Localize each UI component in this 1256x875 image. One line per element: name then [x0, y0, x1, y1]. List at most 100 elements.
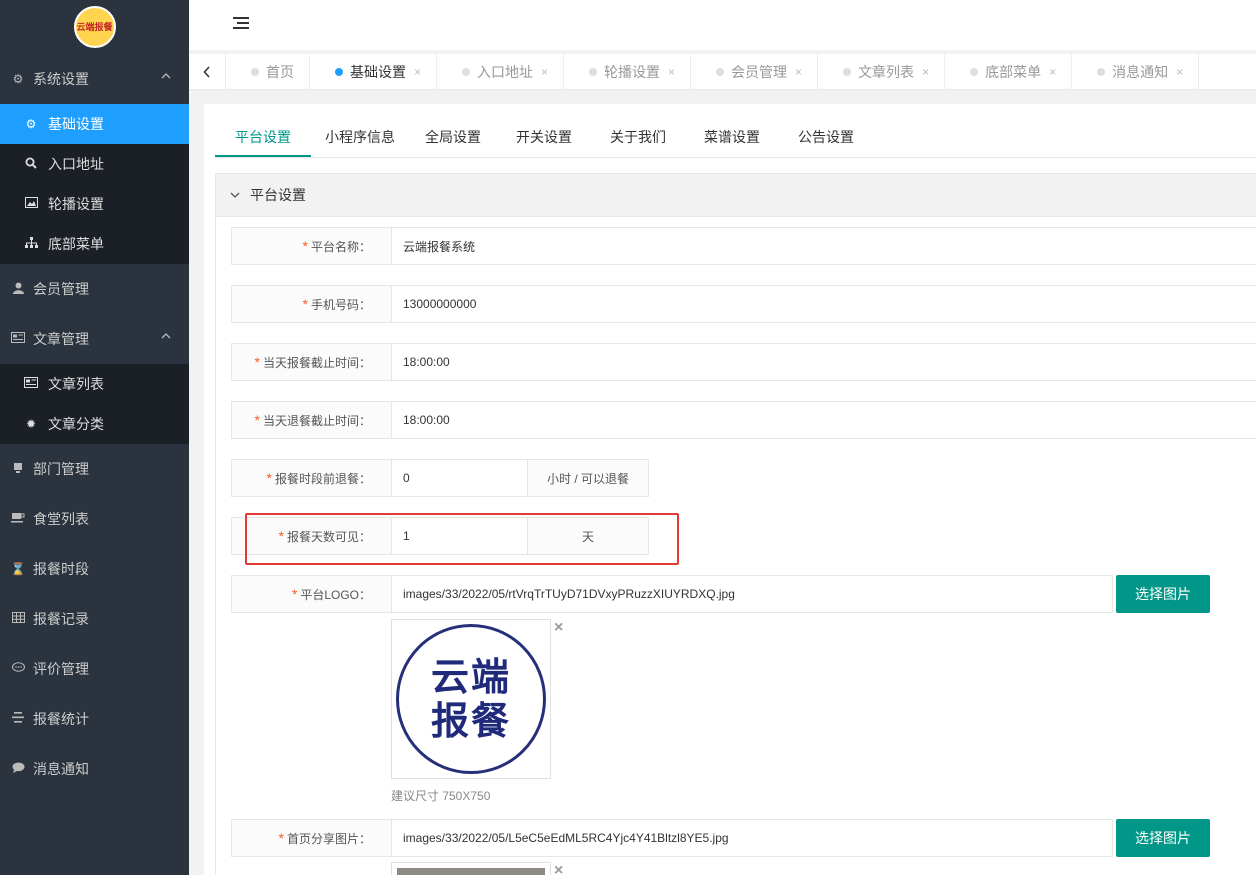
sidebar-item-article-category[interactable]: ✹ 文章分类: [0, 404, 189, 444]
table-icon: [10, 612, 26, 626]
nav-label: 报餐统计: [33, 711, 89, 727]
sidebar-item-bottom-menu[interactable]: 底部菜单: [0, 224, 189, 264]
system-submenu: ⚙ 基础设置 入口地址 轮播设置 底部菜单: [0, 104, 189, 264]
tab-close-icon[interactable]: ×: [1049, 65, 1056, 79]
nav-group-notifications[interactable]: 消息通知: [0, 744, 189, 794]
select-logo-button[interactable]: 选择图片: [1116, 575, 1210, 613]
logo-size-hint: 建议尺寸 750X750: [391, 789, 491, 803]
tab-close-icon[interactable]: ×: [414, 65, 421, 79]
nav-label: 部门管理: [33, 461, 89, 477]
nav-group-meal-period[interactable]: ⌛ 报餐时段: [0, 544, 189, 594]
panel-header[interactable]: 平台设置: [216, 174, 1256, 217]
tab-members[interactable]: 会员管理 ×: [691, 54, 819, 90]
message-icon: [10, 762, 26, 776]
nav-group-articles[interactable]: 文章管理: [0, 314, 189, 364]
nav-group-system[interactable]: ⚙ 系统设置: [0, 54, 189, 104]
logo-image-line1: 云端: [430, 655, 511, 699]
label-text: 平台LOGO：: [300, 587, 371, 602]
chevron-up-icon: [161, 333, 171, 339]
tab-close-icon[interactable]: ×: [1176, 65, 1183, 79]
tab-close-icon[interactable]: ×: [668, 65, 675, 79]
required-mark: *: [302, 238, 308, 254]
highlight-annotation-box: [245, 513, 679, 565]
tab-basic-settings[interactable]: 基础设置 ×: [310, 54, 438, 90]
subtab-miniprogram[interactable]: 小程序信息: [311, 118, 409, 157]
field-label: * 当天报餐截止时间：: [231, 343, 392, 381]
platform-logo-path-input[interactable]: images/33/2022/05/rtVrqTrTUyD71DVxyPRuzz…: [392, 575, 1113, 613]
tab-label: 消息通知: [1112, 64, 1169, 80]
cancel-before-input[interactable]: 0: [392, 459, 528, 497]
label-text: 当天退餐截止时间：: [262, 413, 371, 428]
subtab-menu[interactable]: 菜谱设置: [685, 118, 779, 157]
nav-group-meal-records[interactable]: 报餐记录: [0, 594, 189, 644]
form-row-phone: * 手机号码： 13000000000: [231, 285, 1256, 323]
label-text: 手机号码：: [310, 297, 371, 312]
remove-logo-icon[interactable]: ×: [554, 619, 563, 637]
subtab-about[interactable]: 关于我们: [591, 118, 685, 157]
page-tabs-bar: 首页 基础设置 × 入口地址 × 轮播设置 × 会员管理 × 文章列表 × 底部…: [189, 54, 1256, 90]
tab-status-dot: [462, 68, 471, 76]
tab-carousel[interactable]: 轮播设置 ×: [564, 54, 692, 90]
subtab-global[interactable]: 全局设置: [409, 118, 497, 157]
cancel-before-unit: 小时 / 可以退餐: [528, 459, 649, 497]
department-icon: [10, 462, 26, 477]
label-text: 报餐时段前退餐：: [274, 471, 371, 486]
tab-notifications[interactable]: 消息通知 ×: [1072, 54, 1200, 90]
subtab-platform[interactable]: 平台设置: [215, 118, 311, 157]
tabs-scroll-left-button[interactable]: [189, 54, 226, 90]
tab-close-icon[interactable]: ×: [795, 65, 802, 79]
nav-group-members[interactable]: 会员管理: [0, 264, 189, 314]
label-text: 当天报餐截止时间：: [262, 355, 371, 370]
user-icon: [10, 282, 26, 297]
tab-close-icon[interactable]: ×: [541, 65, 548, 79]
tab-entry-address[interactable]: 入口地址 ×: [437, 54, 565, 90]
order-deadline-input[interactable]: 18:00:00: [392, 343, 1256, 381]
sidebar-item-label: 文章分类: [48, 416, 104, 432]
tab-bottom-menu[interactable]: 底部菜单 ×: [945, 54, 1073, 90]
nav-label: 报餐记录: [33, 611, 89, 627]
field-label: * 报餐时段前退餐：: [231, 459, 392, 497]
tab-status-dot: [251, 68, 259, 76]
tab-close-icon[interactable]: ×: [922, 65, 929, 79]
sidebar-item-basic-settings[interactable]: ⚙ 基础设置: [0, 104, 189, 144]
field-label: * 平台LOGO：: [231, 575, 392, 613]
tab-label: 底部菜单: [985, 64, 1042, 80]
align-icon: [10, 712, 26, 726]
sidebar-item-entry-address[interactable]: 入口地址: [0, 144, 189, 184]
logo-area: 云端报餐: [0, 0, 189, 54]
settings-subtabs: 平台设置 小程序信息 全局设置 开关设置 关于我们 菜谱设置 公告设置: [215, 118, 1256, 158]
label-text: 平台名称：: [310, 239, 371, 254]
search-icon: [24, 157, 38, 172]
subtab-announcement[interactable]: 公告设置: [779, 118, 873, 157]
nav-group-department[interactable]: 部门管理: [0, 444, 189, 494]
tab-status-dot: [843, 68, 852, 76]
chevron-up-icon: [161, 73, 171, 79]
nav-label: 会员管理: [33, 281, 89, 297]
nav-group-reviews[interactable]: 评价管理: [0, 644, 189, 694]
tab-home[interactable]: 首页: [226, 54, 310, 90]
tab-label: 首页: [266, 64, 294, 80]
field-label: * 当天退餐截止时间：: [231, 401, 392, 439]
app-logo[interactable]: 云端报餐: [73, 6, 116, 48]
subtab-switches[interactable]: 开关设置: [497, 118, 591, 157]
platform-name-input[interactable]: 云端报餐系统: [392, 227, 1256, 265]
nav-group-meal-stats[interactable]: 报餐统计: [0, 694, 189, 744]
required-mark: *: [291, 586, 298, 602]
nav-group-canteen[interactable]: 食堂列表: [0, 494, 189, 544]
share-image-preview: [391, 862, 551, 875]
image-icon: [24, 197, 38, 211]
nav-label: 消息通知: [33, 761, 89, 777]
newspaper-icon: [10, 332, 26, 346]
select-share-image-button[interactable]: 选择图片: [1116, 819, 1210, 857]
form-row-share-image: * 首页分享图片： images/33/2022/05/L5eC5eEdML5RC…: [231, 819, 1210, 857]
menu-toggle-icon[interactable]: [233, 17, 249, 31]
phone-input[interactable]: 13000000000: [392, 285, 1256, 323]
cancel-deadline-input[interactable]: 18:00:00: [392, 401, 1256, 439]
sidebar-item-carousel[interactable]: 轮播设置: [0, 184, 189, 224]
sidebar-item-article-list[interactable]: 文章列表: [0, 364, 189, 404]
tab-article-list[interactable]: 文章列表 ×: [818, 54, 946, 90]
sidebar-item-label: 文章列表: [48, 376, 104, 392]
share-image-thumbnail: [397, 868, 545, 875]
share-image-path-input[interactable]: images/33/2022/05/L5eC5eEdML5RC4Yjc4Y41B…: [392, 819, 1113, 857]
remove-share-image-icon[interactable]: ×: [554, 862, 563, 875]
